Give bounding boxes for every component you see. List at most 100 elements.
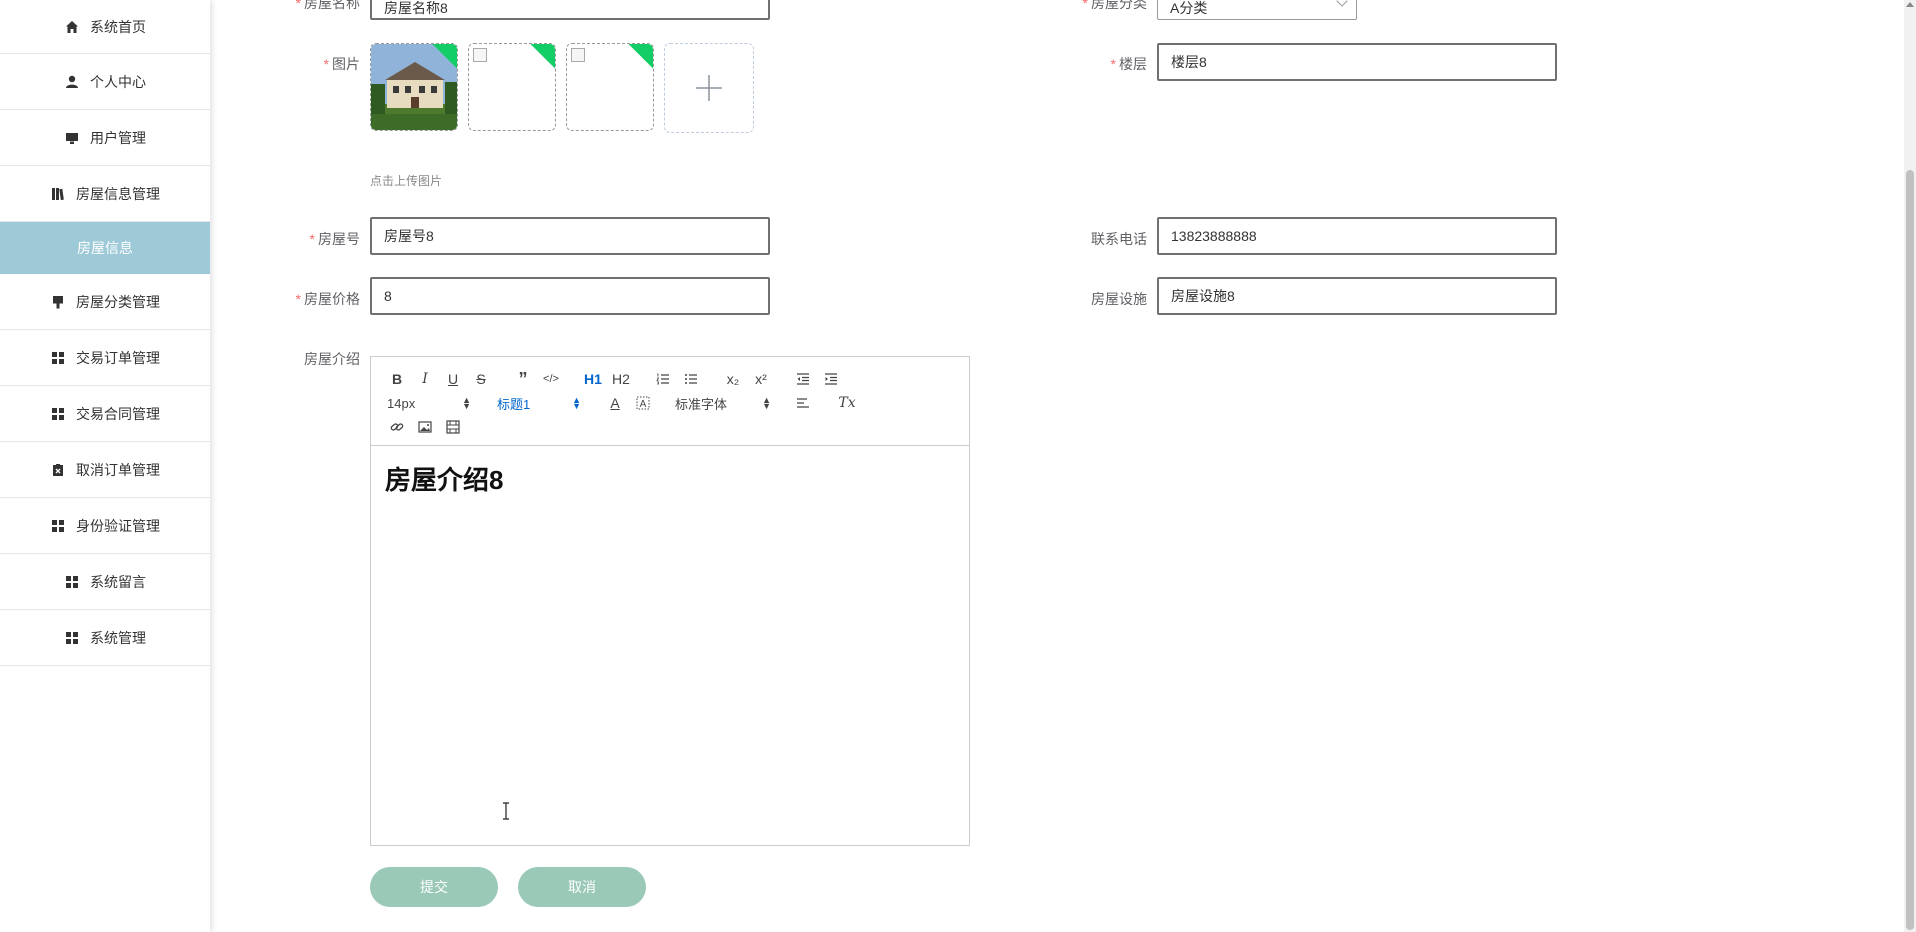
svg-text:A: A <box>640 399 647 410</box>
underline-button[interactable]: U <box>439 368 467 390</box>
floor-input[interactable]: 楼层8 <box>1157 43 1557 81</box>
chevron-down-icon <box>1336 0 1348 7</box>
align-button[interactable] <box>789 392 817 414</box>
bullet-list-button[interactable] <box>677 368 705 390</box>
price-label: * 房屋价格 <box>295 291 360 307</box>
house-name-label: * 房屋名称 <box>295 0 360 11</box>
house-no-input[interactable]: 房屋号8 <box>370 217 770 255</box>
uploaded-image-2[interactable] <box>468 43 556 131</box>
clear-format-button[interactable]: Tx <box>833 392 861 414</box>
italic-button[interactable]: I <box>411 368 439 390</box>
category-select[interactable]: A分类 <box>1157 0 1357 20</box>
sidebar-item-profile[interactable]: 个人中心 <box>0 54 210 110</box>
sidebar-item-users[interactable]: 用户管理 <box>0 110 210 166</box>
upload-success-badge <box>627 44 653 71</box>
editor-toolbar: B I U S ” </> H1 H2 x₂ x² 14px ▲ ▼ 标题1 ▲… <box>371 357 969 446</box>
sidebar-item-house-info-mgmt[interactable]: 房屋信息管理 <box>0 166 210 222</box>
text-cursor-icon <box>503 802 509 820</box>
sidebar-item-label: 房屋信息管理 <box>76 185 160 202</box>
sidebar-subitem-house-info[interactable]: 房屋信息 <box>0 222 210 274</box>
uploaded-image-1[interactable] <box>370 43 458 131</box>
sidebar-item-label: 交易合同管理 <box>76 405 160 422</box>
cancel-button[interactable]: 取消 <box>518 867 646 907</box>
sidebar-item-label: 房屋分类管理 <box>76 293 160 310</box>
subscript-button[interactable]: x₂ <box>719 368 747 390</box>
video-icon <box>446 420 460 434</box>
outdent-button[interactable] <box>789 368 817 390</box>
grid-icon <box>64 630 80 646</box>
video-button[interactable] <box>439 416 467 438</box>
sidebar-item-label: 用户管理 <box>90 129 146 146</box>
grid-icon <box>50 406 66 422</box>
sidebar-item-system[interactable]: 系统管理 <box>0 610 210 666</box>
blockquote-button[interactable]: ” <box>509 368 537 390</box>
category-label: * 房屋分类 <box>1082 0 1147 11</box>
font-size-picker[interactable]: 14px ▲ ▼ <box>383 396 471 411</box>
indent-button[interactable] <box>817 368 845 390</box>
indent-icon <box>825 373 837 385</box>
submit-button[interactable]: 提交 <box>370 867 498 907</box>
link-button[interactable] <box>383 416 411 438</box>
chevron-updown-icon: ▲ ▼ <box>462 395 471 411</box>
brush-icon <box>50 294 66 310</box>
house-no-label: * 房屋号 <box>309 231 360 247</box>
plus-icon <box>696 75 722 101</box>
sidebar-item-label: 系统首页 <box>90 18 146 35</box>
upload-image-button[interactable] <box>664 43 754 133</box>
user-icon <box>64 74 80 90</box>
clipboard-x-icon <box>50 462 66 478</box>
sidebar-item-home[interactable]: 系统首页 <box>0 0 210 54</box>
strike-button[interactable]: S <box>467 368 495 390</box>
price-input[interactable]: 8 <box>370 277 770 315</box>
scrollbar-thumb[interactable] <box>1906 170 1914 930</box>
phone-input[interactable]: 13823888888 <box>1157 217 1557 255</box>
sidebar-item-label: 房屋信息 <box>77 240 133 256</box>
page-scrollbar[interactable] <box>1904 0 1916 932</box>
sidebar-item-identity[interactable]: 身份验证管理 <box>0 498 210 554</box>
font-family-picker[interactable]: 标准字体 ▲ ▼ <box>675 394 771 413</box>
header-picker[interactable]: 标题1 ▲ ▼ <box>497 394 581 413</box>
editor-content[interactable]: 房屋介绍8 <box>371 446 969 511</box>
sidebar: 系统首页 个人中心 用户管理 房屋信息管理 房屋信息 房屋分类管理 交易订单管理… <box>0 0 210 932</box>
broken-image-icon <box>473 48 487 62</box>
sidebar-item-category-mgmt[interactable]: 房屋分类管理 <box>0 274 210 330</box>
upload-success-badge <box>529 44 555 71</box>
phone-label: 联系电话 <box>1091 231 1147 247</box>
sidebar-item-label: 个人中心 <box>90 73 146 90</box>
ordered-list-button[interactable] <box>649 368 677 390</box>
sidebar-item-cancel-orders[interactable]: 取消订单管理 <box>0 442 210 498</box>
image-icon <box>418 421 432 433</box>
sidebar-item-contracts[interactable]: 交易合同管理 <box>0 386 210 442</box>
sidebar-item-label: 身份验证管理 <box>76 517 160 534</box>
sidebar-item-label: 取消订单管理 <box>76 461 160 478</box>
floor-label: * 楼层 <box>1110 56 1147 72</box>
grid-icon <box>50 350 66 366</box>
outdent-icon <box>797 373 809 385</box>
scroll-up-icon[interactable] <box>1906 2 1914 7</box>
background-color-button[interactable]: A <box>629 392 657 414</box>
bullet-list-icon <box>685 374 697 384</box>
chevron-updown-icon: ▲ ▼ <box>572 395 581 411</box>
sidebar-item-orders[interactable]: 交易订单管理 <box>0 330 210 386</box>
uploaded-image-3[interactable] <box>566 43 654 131</box>
house-name-input[interactable]: 房屋名称8 <box>370 0 770 20</box>
superscript-button[interactable]: x² <box>747 368 775 390</box>
chevron-updown-icon: ▲ ▼ <box>762 395 771 411</box>
sidebar-item-label: 系统管理 <box>90 629 146 646</box>
facilities-input[interactable]: 房屋设施8 <box>1157 277 1557 315</box>
images-label: * 图片 <box>323 56 360 72</box>
align-left-icon <box>797 398 809 408</box>
sidebar-item-messages[interactable]: 系统留言 <box>0 554 210 610</box>
text-color-button[interactable]: A <box>601 392 629 414</box>
grid-icon <box>64 574 80 590</box>
sidebar-item-label: 系统留言 <box>90 573 146 590</box>
highlight-icon: A <box>636 396 650 410</box>
main-form: * 房屋名称 房屋名称8 * 房屋分类 A分类 * 图片 点击上传图片 * 楼层… <box>210 0 1904 932</box>
rich-text-editor[interactable]: B I U S ” </> H1 H2 x₂ x² 14px ▲ ▼ 标题1 ▲… <box>370 356 970 846</box>
h1-button[interactable]: H1 <box>579 368 607 390</box>
image-button[interactable] <box>411 416 439 438</box>
h2-button[interactable]: H2 <box>607 368 635 390</box>
code-block-button[interactable]: </> <box>537 368 565 390</box>
monitor-icon <box>64 130 80 146</box>
bold-button[interactable]: B <box>383 368 411 390</box>
